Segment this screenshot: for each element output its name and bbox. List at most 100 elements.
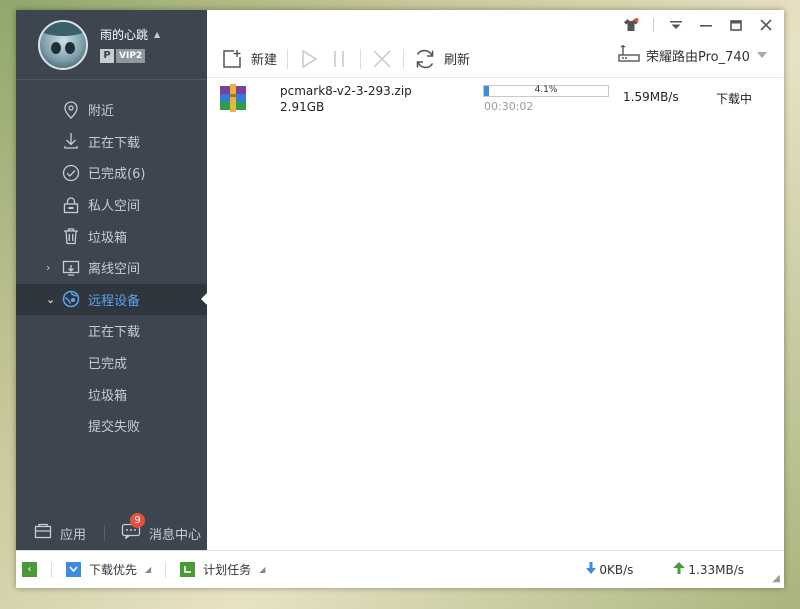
subnav-item-completed[interactable]: 已完成 [16, 347, 207, 379]
speed-indicators: 0KB/s 1.33MB/s [586, 562, 744, 577]
check-circle-icon [62, 164, 80, 182]
sidebar-item-offline-space[interactable]: › 离线空间 [16, 252, 207, 284]
close-icon[interactable] [758, 17, 774, 33]
user-profile[interactable]: 雨的心跳 ▲ P VIP2 [16, 10, 207, 80]
sidebar-item-label: 离线空间 [88, 262, 141, 278]
vip-p-mark: P [100, 49, 114, 63]
toolbar-divider [287, 48, 289, 69]
caret-icon[interactable]: ◢ [145, 565, 151, 574]
device-name: 荣耀路由Pro_740 [646, 49, 750, 65]
subnav-item-submit-failed[interactable]: 提交失败 [16, 410, 207, 442]
sidebar-item-completed[interactable]: 已完成(6) [16, 157, 207, 189]
sidebar-item-private-space[interactable]: 私人空间 [16, 189, 207, 221]
task-elapsed-time: 00:30:02 [484, 100, 534, 113]
avatar-hair [40, 21, 86, 36]
collapse-sidebar-icon[interactable]: ‹ [22, 562, 37, 577]
upload-speed-value: 1.33MB/s [688, 562, 744, 577]
lock-icon [62, 196, 80, 214]
task-speed: 1.59MB/s [623, 90, 679, 104]
sidebar-bottom-divider [104, 525, 106, 541]
download-priority-label: 下载优先 [89, 563, 138, 577]
sidebar-item-label: 附近 [88, 104, 115, 120]
skin-shirt-icon[interactable] [623, 17, 639, 33]
download-icon [62, 132, 80, 150]
avatar[interactable] [38, 19, 88, 70]
sidebar-item-label: 垃圾箱 [88, 230, 128, 246]
task-filename: pcmark8-v2-3-293.zip [280, 84, 412, 98]
sidebar-nav: 附近 正在下载 已完成(6) 私人空间 垃圾箱 › 离线空间 ⌄ 远程设备 正在… [16, 94, 207, 442]
scheduled-task-label: 计划任务 [203, 563, 252, 577]
task-progress-percent: 4.1% [534, 85, 558, 95]
content-pane: 新建 刷新 荣耀路由Pro_740 pcmark8-v2-3-293.zip 2… [207, 10, 784, 550]
subnav-item-label: 正在下载 [88, 325, 141, 341]
refresh-icon [414, 48, 436, 70]
new-task-label: 新建 [251, 53, 278, 68]
dropdown-menu-icon[interactable] [668, 17, 684, 33]
apps-icon [34, 523, 52, 543]
sidebar-item-label: 远程设备 [88, 293, 141, 309]
apps-button[interactable]: 应用 [34, 523, 86, 543]
new-file-plus-icon [221, 48, 243, 70]
subnav-item-label: 已完成 [88, 357, 128, 373]
chevron-right-icon[interactable]: › [46, 261, 50, 274]
subnav-item-label: 提交失败 [88, 420, 141, 436]
chevron-down-icon[interactable]: ⌄ [46, 293, 55, 306]
status-bar: ‹ 下载优先 ◢ 计划任务 ◢ 0KB/s 1.33MB/s ◢ [16, 550, 784, 588]
download-speed: 0KB/s [586, 562, 633, 577]
new-task-button[interactable]: 新建 [221, 48, 277, 70]
chevron-down-icon[interactable] [756, 48, 768, 63]
up-arrow-icon [673, 562, 686, 577]
message-center-label: 消息中心 [149, 527, 202, 543]
toolbar-divider [403, 48, 405, 69]
task-status: 下载中 [716, 92, 753, 106]
refresh-button[interactable]: 刷新 [414, 48, 470, 70]
schedule-icon [180, 562, 196, 577]
task-progress-bar: 4.1% [483, 85, 609, 97]
user-info: 雨的心跳 ▲ P VIP2 [100, 26, 160, 63]
subnav-item-label: 垃圾箱 [88, 388, 128, 404]
message-center-button[interactable]: 9 消息中心 [121, 513, 202, 543]
offline-space-icon [62, 259, 80, 277]
download-speed-value: 0KB/s [599, 562, 634, 577]
sidebar-item-downloading[interactable]: 正在下载 [16, 126, 207, 158]
delete-x-icon[interactable] [371, 48, 393, 70]
task-row[interactable]: pcmark8-v2-3-293.zip 2.91GB 4.1% 00:30:0… [207, 82, 784, 124]
apps-label: 应用 [60, 527, 87, 543]
sidebar-item-label: 已完成(6) [88, 167, 146, 183]
pause-icon[interactable] [328, 48, 350, 70]
start-play-icon[interactable] [298, 48, 320, 70]
minimize-icon[interactable] [698, 17, 714, 33]
location-pin-icon [62, 101, 80, 119]
sidebar-item-label: 私人空间 [88, 199, 141, 215]
toolbar-divider [360, 48, 362, 69]
vip-level: VIP2 [116, 49, 146, 63]
sidebar-item-nearby[interactable]: 附近 [16, 94, 207, 126]
subnav-item-downloading[interactable]: 正在下载 [16, 315, 207, 347]
device-selector[interactable]: 荣耀路由Pro_740 [618, 40, 768, 70]
down-arrow-icon [586, 562, 597, 577]
status-divider [51, 561, 52, 578]
sidebar-item-remote-device[interactable]: ⌄ 远程设备 [16, 283, 207, 316]
priority-icon [66, 562, 81, 577]
resize-grip-icon[interactable]: ◢ [772, 573, 780, 584]
user-name: 雨的心跳 [100, 28, 149, 42]
sidebar-item-trash[interactable]: 垃圾箱 [16, 220, 207, 252]
avatar-eye-left [51, 41, 61, 54]
user-name-row[interactable]: 雨的心跳 ▲ [100, 26, 160, 43]
download-priority-button[interactable]: 下载优先 ◢ [66, 561, 151, 578]
title-bar-divider [653, 18, 654, 32]
sidebar-item-label: 正在下载 [88, 135, 141, 151]
subnav-item-trash[interactable]: 垃圾箱 [16, 378, 207, 410]
user-menu-caret-icon[interactable]: ▲ [154, 30, 160, 39]
message-icon: 9 [121, 513, 146, 543]
main-area: 雨的心跳 ▲ P VIP2 附近 正在下载 已完成(6) 私人空间 垃圾箱 › … [16, 10, 784, 550]
maximize-icon[interactable] [728, 17, 744, 33]
trash-icon [62, 227, 80, 245]
message-count-badge: 9 [130, 513, 146, 528]
remote-device-icon [62, 290, 80, 308]
router-icon [618, 43, 640, 67]
vip-badge: P VIP2 [100, 49, 146, 63]
status-divider [165, 561, 167, 578]
scheduled-task-button[interactable]: 计划任务 ◢ [180, 561, 265, 578]
caret-icon[interactable]: ◢ [259, 565, 265, 574]
